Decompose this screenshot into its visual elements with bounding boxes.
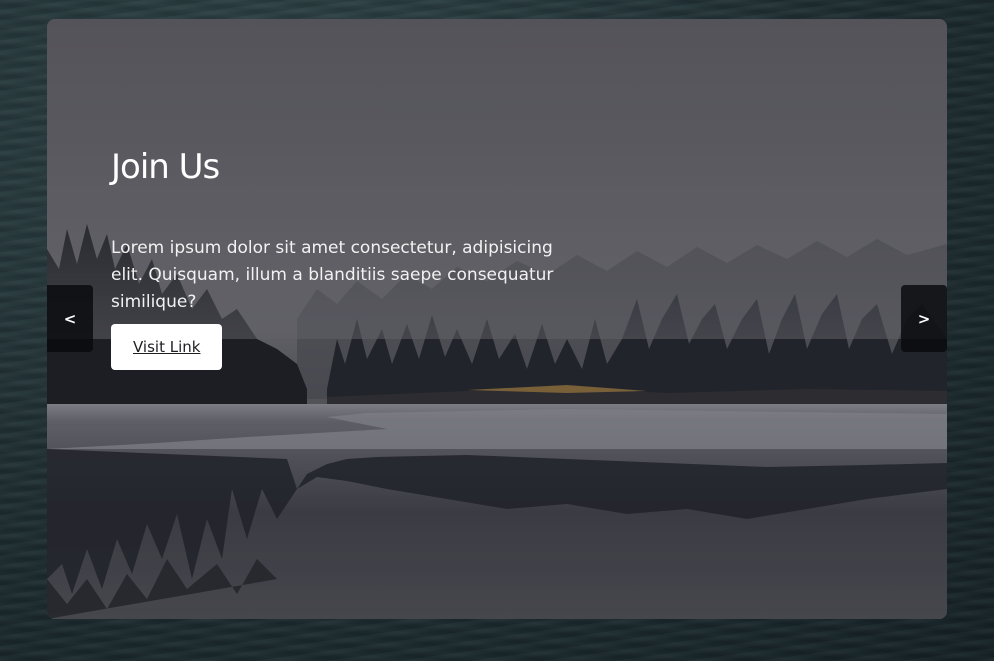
visit-link-button[interactable]: Visit Link <box>111 324 223 370</box>
previous-slide-button[interactable]: < <box>47 285 93 352</box>
slide-content: Join Us Lorem ipsum dolor sit amet conse… <box>111 143 581 370</box>
next-slide-button[interactable]: > <box>901 285 947 352</box>
slide-title: Join Us <box>111 147 220 187</box>
chevron-right-icon: > <box>917 309 931 328</box>
chevron-left-icon: < <box>63 309 77 328</box>
slider-card: Join Us Lorem ipsum dolor sit amet conse… <box>47 19 947 619</box>
slide-description: Lorem ipsum dolor sit amet consectetur, … <box>111 238 554 312</box>
